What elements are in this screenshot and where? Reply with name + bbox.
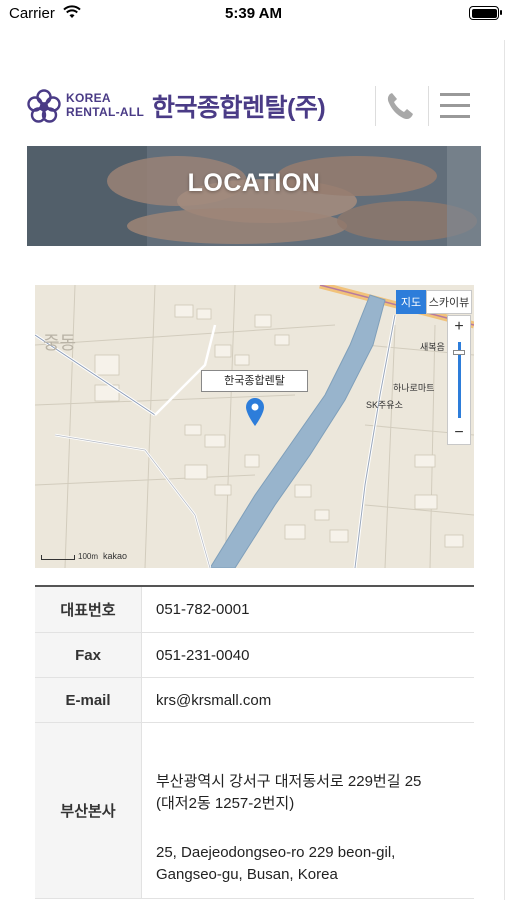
- map-type-skyview-button[interactable]: 스카이뷰: [426, 290, 472, 314]
- table-row: E-mail krs@krsmall.com: [35, 678, 474, 723]
- location-map[interactable]: 중동 새복음 하나로마트 SK주유소 지도 스카이뷰 + − 한국종합렌탈 10…: [35, 285, 474, 568]
- fax-value: 051-231-0040: [156, 647, 250, 664]
- menu-bar: [440, 93, 470, 96]
- address-korean: 부산광역시 강서구 대저동서로 229번길 25 (대저2동 1257-2번지): [156, 771, 421, 815]
- email-value[interactable]: krs@krsmall.com: [156, 690, 271, 712]
- map-scale-label: 100m: [78, 552, 99, 561]
- logo-en-line1: KOREA: [66, 91, 111, 105]
- map-type-map-button[interactable]: 지도: [396, 290, 426, 314]
- menu-bar: [440, 104, 470, 107]
- logo-korean[interactable]: 한국종합렌탈(주): [152, 88, 326, 124]
- header-divider: [375, 86, 376, 126]
- zoom-control: + −: [447, 315, 471, 445]
- address-ko-line1: 부산광역시 강서구 대저동서로 229번길 25: [156, 773, 422, 790]
- address-en-line2: Gangseo-gu, Busan, Korea: [156, 866, 338, 883]
- phone-value[interactable]: 051-782-0001: [156, 599, 249, 621]
- map-scale-bar: [41, 555, 75, 560]
- contact-info-table: 대표번호 051-782-0001 Fax 051-231-0040 E-mai…: [35, 585, 474, 899]
- flower-logo-icon[interactable]: [26, 88, 62, 124]
- hamburger-menu-icon[interactable]: [437, 90, 473, 122]
- place-label[interactable]: 한국종합렌탈: [201, 370, 308, 392]
- email-label: E-mail: [35, 678, 142, 722]
- address-label: 부산본사: [35, 723, 142, 898]
- site-header: KOREA RENTAL-ALL 한국종합렌탈(주): [0, 80, 507, 132]
- address-english: 25, Daejeodongseo-ro 229 beon-gil, Gangs…: [156, 842, 395, 886]
- map-poi-label: 새복음: [420, 342, 445, 352]
- logo-english[interactable]: KOREA RENTAL-ALL: [66, 91, 144, 119]
- phone-label: 대표번호: [35, 587, 142, 632]
- zoom-slider-thumb[interactable]: [453, 350, 465, 355]
- map-poi-label: 하나로마트: [393, 383, 435, 393]
- clock: 5:39 AM: [225, 5, 282, 22]
- scroll-edge: [504, 40, 505, 900]
- zoom-out-button[interactable]: −: [448, 422, 470, 444]
- battery-icon: [469, 6, 502, 20]
- fax-label: Fax: [35, 633, 142, 677]
- logo-en-line2: RENTAL-ALL: [66, 105, 145, 119]
- header-divider: [428, 86, 429, 126]
- page-title: LOCATION: [187, 169, 321, 197]
- menu-bar: [440, 115, 470, 118]
- map-area-label: 중동: [43, 333, 77, 353]
- table-row: 대표번호 051-782-0001: [35, 587, 474, 633]
- map-pin-icon[interactable]: [245, 397, 265, 427]
- table-row: Fax 051-231-0040: [35, 633, 474, 678]
- table-row: 부산본사 부산광역시 강서구 대저동서로 229번길 25 (대저2동 1257…: [35, 723, 474, 899]
- address-en-line1: 25, Daejeodongseo-ro 229 beon-gil,: [156, 844, 396, 861]
- location-banner: LOCATION: [27, 146, 481, 246]
- zoom-in-button[interactable]: +: [448, 316, 470, 338]
- phone-icon[interactable]: [382, 88, 418, 124]
- map-provider-logo[interactable]: kakao: [103, 551, 127, 561]
- map-poi-label: SK주유소: [366, 400, 403, 410]
- address-ko-line2: (대저2동 1257-2번지): [156, 795, 295, 812]
- status-bar: Carrier 5:39 AM: [0, 0, 507, 28]
